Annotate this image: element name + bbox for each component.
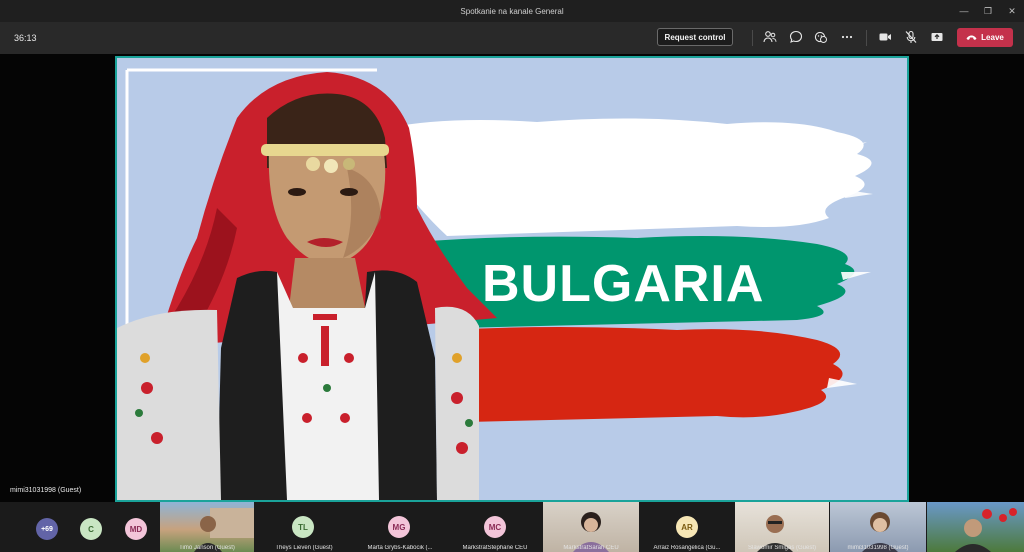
camera-icon[interactable] — [877, 29, 893, 45]
flag-white-stripe — [387, 118, 872, 236]
request-control-button[interactable]: Request control — [657, 28, 733, 46]
participant-tile[interactable]: TL Theys Lieven (Guest) — [256, 502, 352, 552]
participant-video-tile[interactable]: mimi31031998 (Guest) — [830, 502, 926, 552]
title-bar: Spotkanie na kanale General — ❐ ✕ — [0, 0, 1024, 22]
minimize-icon[interactable]: — — [952, 0, 976, 22]
participant-avatar: MC — [484, 516, 506, 538]
participant-avatar: AR — [676, 516, 698, 538]
mic-muted-icon[interactable] — [903, 29, 919, 45]
participant-avatar: MD — [125, 518, 147, 540]
flag-red-stripe — [447, 327, 843, 422]
toolbar-divider — [866, 30, 867, 46]
participant-avatar: TL — [292, 516, 314, 538]
participants-icon[interactable] — [762, 29, 778, 45]
meeting-toolbar: 36:13 Request control Leave — [0, 22, 1024, 54]
more-participants-badge[interactable]: +69 — [36, 518, 58, 540]
participant-tile[interactable]: AR Arraiz Rosangelica (Gu... — [640, 502, 734, 552]
participant-name: MarkstratStephane CEU — [462, 545, 528, 551]
participant-tile[interactable]: MC MarkstratStephane CEU — [448, 502, 542, 552]
participant-video-tile[interactable]: Timo Janson (Guest) — [160, 502, 254, 552]
teams-meeting-window: Spotkanie na kanale General — ❐ ✕ 36:13 … — [0, 0, 1024, 552]
participant-name: Slawomir Smigas (Guest) — [747, 545, 816, 551]
participant-tile[interactable]: MG Marta Grybś-Kabocik (... — [352, 502, 448, 552]
leave-label: Leave — [981, 33, 1004, 42]
participant-name: Arraiz Rosangelica (Gu... — [653, 545, 721, 551]
share-icon[interactable] — [929, 29, 945, 45]
participant-tile[interactable]: MD — [114, 502, 158, 552]
meeting-stage: BULGARIA mimi31031998 (Guest) — [0, 54, 1024, 502]
participant-video — [955, 508, 1017, 552]
participant-video-tile[interactable]: MarkstratSarah CEU — [543, 502, 639, 552]
participant-tile[interactable]: C — [72, 502, 110, 552]
participant-name: Theys Lieven (Guest) — [275, 545, 333, 551]
participant-strip: +69 C MD Timo Janson (Guest) TL Theys Li… — [0, 502, 1024, 552]
toolbar-divider — [752, 30, 753, 46]
more-icon[interactable] — [839, 29, 855, 45]
participant-name: MarkstratSarah CEU — [563, 545, 619, 551]
presenter-name-label: mimi31031998 (Guest) — [10, 487, 82, 494]
participant-avatar: C — [80, 518, 102, 540]
phone-hangup-icon — [966, 35, 977, 40]
slide-canvas: BULGARIA — [117, 68, 873, 500]
participant-name: Timo Janson (Guest) — [179, 545, 235, 551]
window-title: Spotkanie na kanale General — [460, 6, 564, 16]
restore-icon[interactable]: ❐ — [976, 0, 1000, 22]
participant-avatar: MG — [388, 516, 410, 538]
slide-headline: BULGARIA — [482, 255, 764, 313]
participant-video-tile[interactable]: Slawomir Smigas (Guest) — [735, 502, 829, 552]
meeting-timer: 36:13 — [14, 33, 37, 43]
leave-button[interactable]: Leave — [957, 28, 1013, 47]
participant-video-tile[interactable] — [927, 502, 1024, 552]
reactions-icon[interactable] — [813, 29, 829, 45]
close-icon[interactable]: ✕ — [1000, 0, 1024, 22]
participant-name: mimi31031998 (Guest) — [847, 545, 909, 551]
shared-screen: BULGARIA — [115, 56, 909, 502]
chat-icon[interactable] — [788, 29, 804, 45]
window-controls: — ❐ ✕ — [952, 0, 1024, 22]
participant-name: Marta Grybś-Kabocik (... — [367, 545, 433, 551]
